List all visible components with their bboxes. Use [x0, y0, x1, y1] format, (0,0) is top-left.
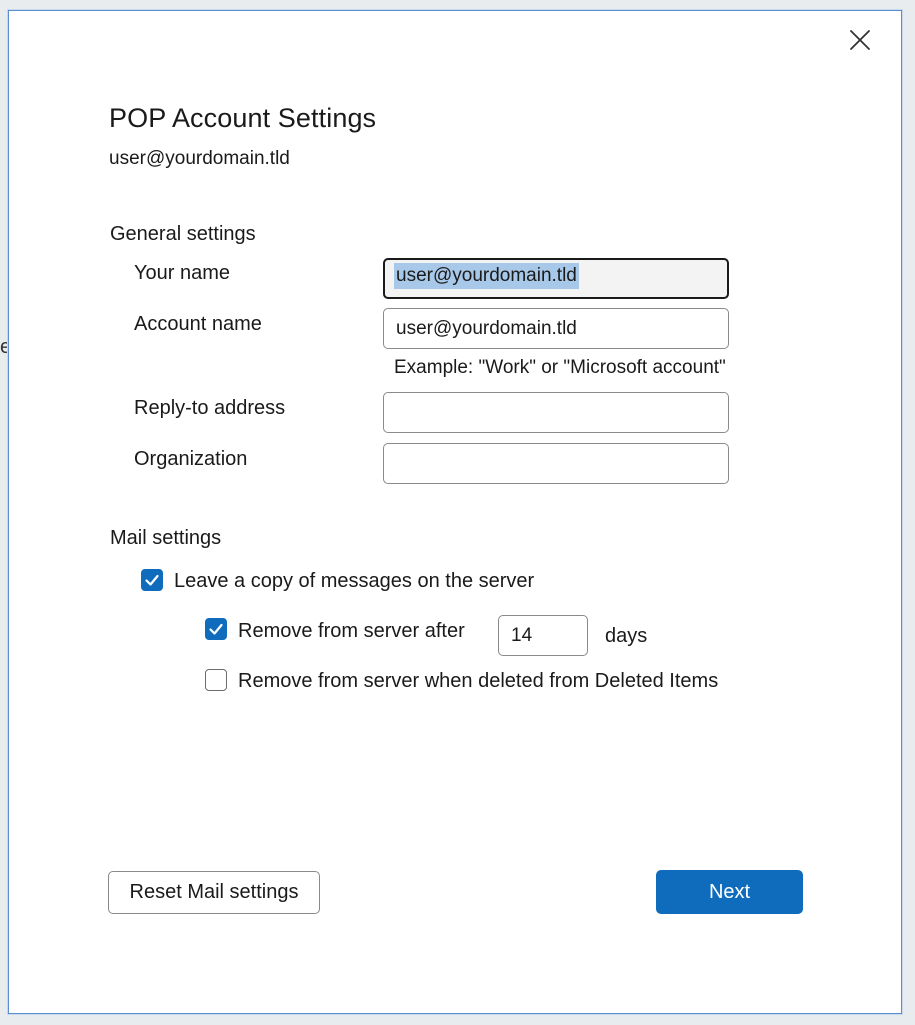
- mail-settings-heading: Mail settings: [110, 527, 222, 549]
- next-button[interactable]: Next: [656, 870, 803, 914]
- remove-deleted-label: Remove from server when deleted from Del…: [238, 670, 719, 692]
- leave-copy-label: Leave a copy of messages on the server: [174, 570, 535, 592]
- leave-copy-checkbox[interactable]: [141, 569, 163, 591]
- your-name-input[interactable]: [383, 258, 729, 299]
- account-email: user@yourdomain.tld: [109, 148, 290, 169]
- account-name-hint: Example: "Work" or "Microsoft account": [394, 357, 726, 378]
- dialog-title: POP Account Settings: [109, 103, 377, 133]
- general-settings-heading: General settings: [110, 223, 256, 245]
- checkmark-icon: [209, 623, 223, 635]
- days-unit-label: days: [605, 625, 648, 647]
- remove-deleted-checkbox[interactable]: [205, 669, 227, 691]
- account-name-label: Account name: [134, 313, 262, 335]
- reply-to-input[interactable]: [383, 392, 729, 433]
- organization-input[interactable]: [383, 443, 729, 484]
- close-button[interactable]: [845, 25, 875, 55]
- your-name-label: Your name: [134, 262, 230, 284]
- remove-after-checkbox[interactable]: [205, 618, 227, 640]
- pop-account-settings-dialog: POP Account Settings user@yourdomain.tld…: [8, 10, 902, 1014]
- close-icon: [850, 30, 870, 50]
- reply-to-label: Reply-to address: [134, 397, 286, 419]
- remove-after-label: Remove from server after: [238, 620, 465, 642]
- checkmark-icon: [145, 574, 159, 586]
- reset-mail-settings-button[interactable]: Reset Mail settings: [108, 871, 320, 914]
- account-name-input[interactable]: [383, 308, 729, 349]
- organization-label: Organization: [134, 448, 248, 470]
- remove-after-days-input[interactable]: [498, 615, 588, 656]
